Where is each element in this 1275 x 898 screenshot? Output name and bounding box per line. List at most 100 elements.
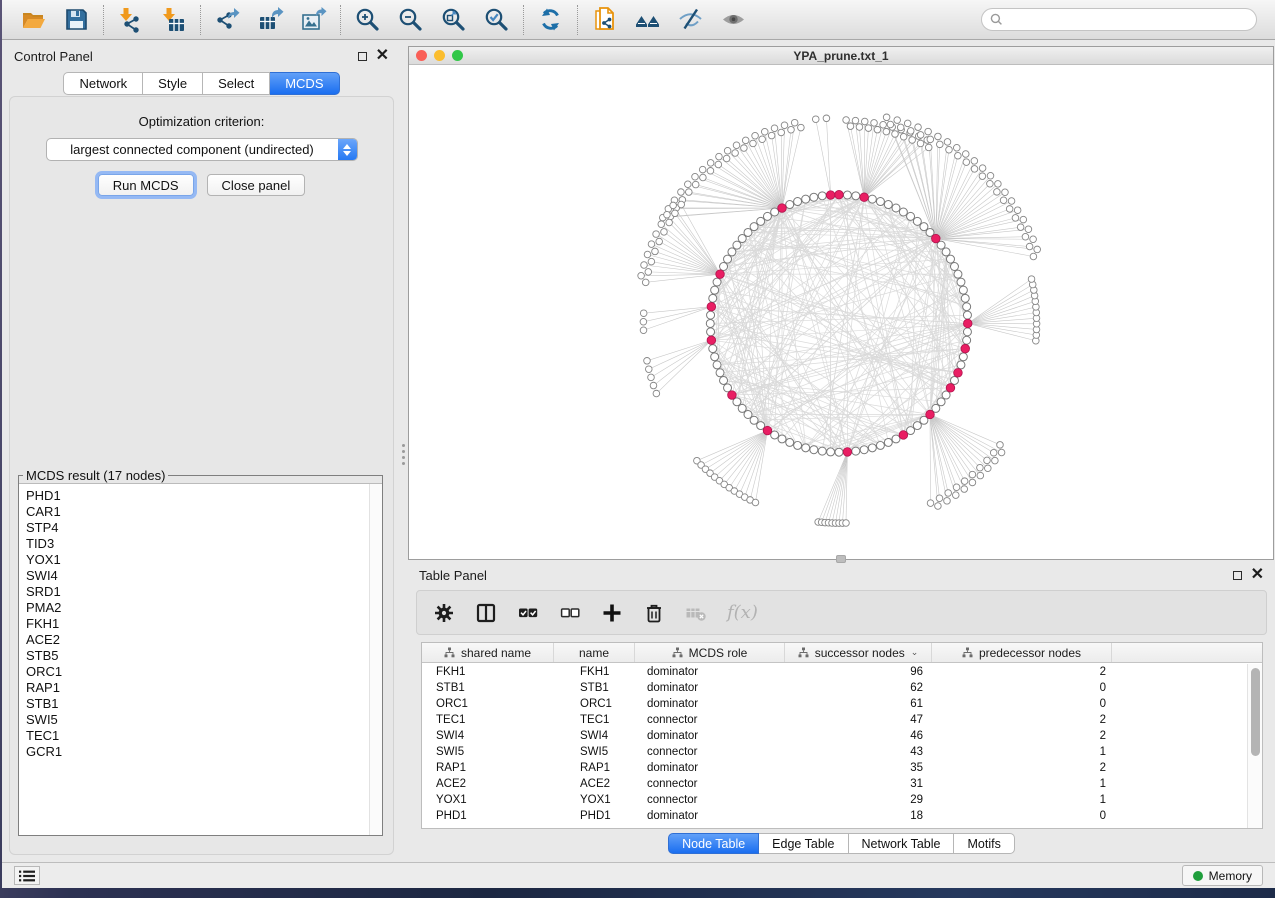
split-columns-icon[interactable] <box>475 602 497 624</box>
mcds-result-item[interactable]: GCR1 <box>26 744 382 760</box>
close-panel-button[interactable]: Close panel <box>207 174 306 196</box>
cell-predecessor-nodes[interactable]: 2 <box>932 762 1112 774</box>
cell-name[interactable]: SWI5 <box>554 746 635 758</box>
table-row[interactable]: SWI4SWI4dominator462 <box>422 728 1247 744</box>
column-header-successor-nodes[interactable]: successor nodes⌄ <box>785 643 932 662</box>
cell-mcds-role[interactable]: dominator <box>635 682 785 694</box>
table-row[interactable]: ORC1ORC1dominator610 <box>422 696 1247 712</box>
cell-shared-name[interactable]: TEC1 <box>422 714 554 726</box>
export-network-icon[interactable] <box>206 4 249 36</box>
network-canvas[interactable] <box>409 65 1273 559</box>
float-table-panel-icon[interactable] <box>1233 571 1242 580</box>
tab-motifs[interactable]: Motifs <box>954 833 1014 854</box>
import-network-icon[interactable] <box>109 4 152 36</box>
cell-name[interactable]: SWI4 <box>554 730 635 742</box>
mcds-result-item[interactable]: STB5 <box>26 648 382 664</box>
mcds-result-item[interactable]: SRD1 <box>26 584 382 600</box>
table-scrollbar-thumb[interactable] <box>1251 668 1260 756</box>
cell-name[interactable]: YOX1 <box>554 794 635 806</box>
mcds-result-item[interactable]: RAP1 <box>26 680 382 696</box>
cell-predecessor-nodes[interactable]: 0 <box>932 682 1112 694</box>
cell-predecessor-nodes[interactable]: 1 <box>932 794 1112 806</box>
search-input[interactable] <box>1008 12 1248 28</box>
cell-successor-nodes[interactable]: 46 <box>785 730 932 742</box>
tab-style[interactable]: Style <box>143 72 203 95</box>
horizontal-splitter-handle[interactable] <box>836 555 846 563</box>
cell-mcds-role[interactable]: dominator <box>635 730 785 742</box>
cell-mcds-role[interactable]: connector <box>635 746 785 758</box>
cell-mcds-role[interactable]: connector <box>635 794 785 806</box>
cell-mcds-role[interactable]: dominator <box>635 698 785 710</box>
mcds-result-item[interactable]: CAR1 <box>26 504 382 520</box>
zoom-selected-icon[interactable] <box>475 4 518 36</box>
cell-mcds-role[interactable]: connector <box>635 714 785 726</box>
splitter-handle-icon[interactable] <box>402 444 405 465</box>
search-field[interactable] <box>981 8 1257 31</box>
cell-shared-name[interactable]: ORC1 <box>422 698 554 710</box>
cell-name[interactable]: ACE2 <box>554 778 635 790</box>
hide-selected-icon[interactable] <box>669 4 712 36</box>
mcds-result-item[interactable]: PMA2 <box>26 600 382 616</box>
status-list-button[interactable] <box>14 866 40 885</box>
mcds-result-item[interactable]: ORC1 <box>26 664 382 680</box>
export-table-icon[interactable] <box>249 4 292 36</box>
cell-shared-name[interactable]: SWI4 <box>422 730 554 742</box>
mcds-result-item[interactable]: TEC1 <box>26 728 382 744</box>
cell-name[interactable]: STB1 <box>554 682 635 694</box>
cell-successor-nodes[interactable]: 62 <box>785 682 932 694</box>
cell-name[interactable]: TEC1 <box>554 714 635 726</box>
tab-node-table[interactable]: Node Table <box>668 833 759 854</box>
table-scrollbar[interactable] <box>1247 664 1262 828</box>
cell-name[interactable]: PHD1 <box>554 810 635 822</box>
import-table-icon[interactable] <box>152 4 195 36</box>
cell-shared-name[interactable]: PHD1 <box>422 810 554 822</box>
cell-successor-nodes[interactable]: 35 <box>785 762 932 774</box>
cell-shared-name[interactable]: STB1 <box>422 682 554 694</box>
table-row[interactable]: ACE2ACE2connector311 <box>422 776 1247 792</box>
cell-predecessor-nodes[interactable]: 0 <box>932 698 1112 710</box>
table-row[interactable]: STB1STB1dominator620 <box>422 680 1247 696</box>
tab-select[interactable]: Select <box>203 72 270 95</box>
mcds-result-item[interactable]: PHD1 <box>26 488 382 504</box>
cell-predecessor-nodes[interactable]: 0 <box>932 810 1112 822</box>
close-table-panel-icon[interactable]: ✕ <box>1251 570 1264 580</box>
cell-mcds-role[interactable]: connector <box>635 778 785 790</box>
refresh-icon[interactable] <box>529 4 572 36</box>
add-column-icon[interactable] <box>601 602 623 624</box>
cell-successor-nodes[interactable]: 31 <box>785 778 932 790</box>
cell-shared-name[interactable]: RAP1 <box>422 762 554 774</box>
cell-successor-nodes[interactable]: 29 <box>785 794 932 806</box>
mcds-result-item[interactable]: STB1 <box>26 696 382 712</box>
cell-shared-name[interactable]: FKH1 <box>422 666 554 678</box>
cell-successor-nodes[interactable]: 96 <box>785 666 932 678</box>
select-all-columns-icon[interactable] <box>517 602 539 624</box>
tab-network-table[interactable]: Network Table <box>849 833 955 854</box>
cell-predecessor-nodes[interactable]: 1 <box>932 778 1112 790</box>
cell-shared-name[interactable]: ACE2 <box>422 778 554 790</box>
share-document-icon[interactable] <box>583 4 626 36</box>
mcds-result-item[interactable]: SWI4 <box>26 568 382 584</box>
table-row[interactable]: YOX1YOX1connector291 <box>422 792 1247 808</box>
cell-mcds-role[interactable]: dominator <box>635 762 785 774</box>
mcds-result-item[interactable]: ACE2 <box>26 632 382 648</box>
table-row[interactable]: TEC1TEC1connector472 <box>422 712 1247 728</box>
cell-predecessor-nodes[interactable]: 2 <box>932 666 1112 678</box>
cell-name[interactable]: ORC1 <box>554 698 635 710</box>
optimization-criterion-select[interactable]: largest connected component (undirected) <box>46 138 358 161</box>
cell-predecessor-nodes[interactable]: 1 <box>932 746 1112 758</box>
mcds-result-item[interactable]: STP4 <box>26 520 382 536</box>
memory-button[interactable]: Memory <box>1182 865 1263 886</box>
column-header-shared-name[interactable]: shared name <box>422 643 554 662</box>
settings-icon[interactable] <box>433 602 455 624</box>
show-selected-icon[interactable] <box>712 4 755 36</box>
cell-name[interactable]: FKH1 <box>554 666 635 678</box>
cell-predecessor-nodes[interactable]: 2 <box>932 730 1112 742</box>
cell-successor-nodes[interactable]: 43 <box>785 746 932 758</box>
cell-predecessor-nodes[interactable]: 2 <box>932 714 1112 726</box>
cell-name[interactable]: RAP1 <box>554 762 635 774</box>
mcds-result-item[interactable]: YOX1 <box>26 552 382 568</box>
tab-mcds[interactable]: MCDS <box>270 72 339 95</box>
find-icon[interactable] <box>626 4 669 36</box>
float-panel-icon[interactable] <box>358 52 367 61</box>
zoom-in-icon[interactable] <box>346 4 389 36</box>
